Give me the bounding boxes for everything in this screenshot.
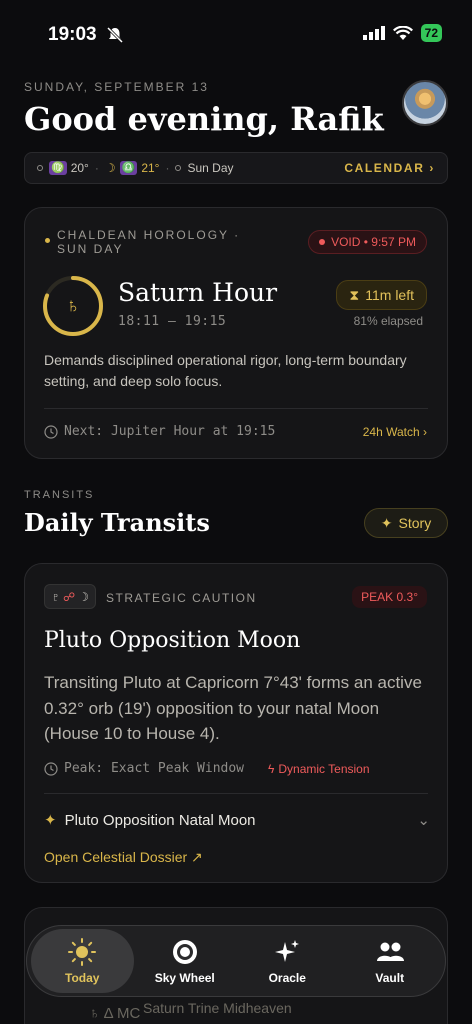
watch-24h-link[interactable]: 24h Watch ›	[363, 425, 427, 439]
tab-oracle[interactable]: Oracle	[236, 929, 339, 993]
moon-degree: 21°	[141, 161, 160, 175]
wifi-icon	[392, 26, 413, 40]
greeting-title: Good evening, Rafik	[24, 100, 384, 138]
sparkles-icon	[275, 940, 300, 962]
hour-description: Demands disciplined operational rigor, l…	[44, 352, 407, 389]
void-badge: VOID • 9:57 PM	[308, 230, 427, 254]
hour-title: Saturn Hour	[118, 278, 278, 307]
transit-title: Pluto Opposition Moon	[44, 628, 301, 653]
transit-card[interactable]: ♇ ☍ ☽ STRATEGIC CAUTION PEAK 0.3° Pluto …	[24, 563, 448, 883]
signal-icon	[362, 26, 385, 40]
wheel-icon	[172, 940, 197, 964]
pluto-icon: ♇	[51, 589, 61, 604]
story-button[interactable]: ✦ Story	[364, 508, 448, 538]
gold-dot-icon	[45, 238, 50, 243]
sparkle-icon: ✦	[44, 812, 57, 829]
status-time: 19:03	[48, 24, 97, 45]
next-hour-label: Next: Jupiter Hour at 19:15	[44, 424, 275, 439]
day-dot-icon	[175, 165, 182, 171]
aspect-glyph: ♄ Δ MC	[89, 1005, 141, 1022]
moon-icon: ☽	[104, 161, 116, 175]
dossier-link[interactable]: Open Celestial Dossier ↗	[44, 849, 203, 866]
peak-badge: PEAK 0.3°	[352, 586, 427, 608]
divider	[44, 793, 428, 794]
libra-icon: ♎	[119, 161, 138, 175]
transit-kicker: STRATEGIC CAUTION	[106, 591, 257, 605]
tab-today[interactable]: Today	[31, 929, 134, 993]
battery-indicator: 72	[420, 24, 442, 42]
chevron-down-icon: ⌄	[417, 812, 430, 829]
divider	[44, 408, 428, 409]
transits-kicker: TRANSITS	[24, 489, 95, 501]
opposition-icon: ☍	[63, 589, 76, 604]
red-dot-icon	[319, 239, 326, 245]
bell-muted-icon	[106, 26, 124, 44]
saturn-icon: ♄	[65, 294, 81, 317]
tab-vault[interactable]: Vault	[339, 929, 442, 993]
day-label: Sun Day	[187, 161, 234, 175]
calendar-link[interactable]: CALENDAR ›	[344, 161, 435, 175]
transit-description: Transiting Pluto at Capricorn 7°43' form…	[44, 673, 422, 743]
sun-icon	[68, 938, 97, 966]
tab-sky-wheel[interactable]: Sky Wheel	[134, 929, 237, 993]
astro-summary-bar[interactable]: ♍ 20° · ☽ ♎ 21° · Sun Day CALENDAR ›	[24, 152, 448, 184]
tension-label: ϟ Dynamic Tension	[268, 762, 370, 776]
elapsed-label: 81% elapsed	[353, 314, 423, 328]
moon-icon: ☽	[78, 589, 89, 604]
status-bar: 19:03 72	[0, 0, 472, 66]
people-icon	[376, 942, 404, 961]
avatar[interactable]	[402, 80, 448, 126]
clock-icon	[44, 761, 58, 776]
sun-dot-icon	[37, 165, 43, 171]
date-label: SUNDAY, SEPTEMBER 13	[24, 80, 209, 94]
hourglass-icon: ⧗	[349, 286, 360, 303]
planetary-hour-card[interactable]: CHALDEAN HOROLOGY · SUN DAY VOID • 9:57 …	[24, 207, 448, 459]
sun-degree: 20°	[70, 161, 89, 175]
tab-bar: Today Sky Wheel Oracle Vault	[26, 925, 446, 997]
transits-title: Daily Transits	[24, 508, 210, 537]
natal-aspect-row[interactable]: ✦ Pluto Opposition Natal Moon ⌄	[44, 811, 430, 830]
time-left-badge: ⧗ 11m left	[336, 280, 427, 310]
peak-window-label: Peak: Exact Peak Window	[44, 761, 244, 776]
hour-range: 18:11 — 19:15	[118, 314, 227, 329]
sparkle-icon: ✦	[380, 514, 393, 531]
transit-title: Saturn Trine Midheaven	[143, 1000, 292, 1016]
lightning-icon: ϟ	[268, 762, 275, 776]
clock-icon	[44, 424, 58, 439]
horology-kicker: CHALDEAN HOROLOGY · SUN DAY	[45, 228, 240, 256]
virgo-icon: ♍	[49, 161, 67, 175]
aspect-glyph: ♇ ☍ ☽	[44, 584, 96, 609]
